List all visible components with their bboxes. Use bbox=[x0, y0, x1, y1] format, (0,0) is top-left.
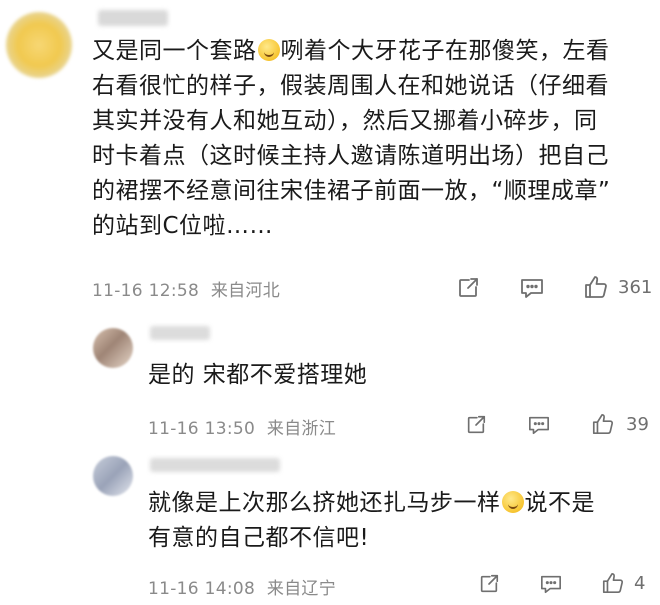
reply-text: 是的 宋都不爱搭理她 bbox=[148, 362, 368, 388]
thumbs-up-icon[interactable] bbox=[588, 408, 618, 440]
reply-line: 有意的自己都不信吧! bbox=[148, 525, 370, 551]
thumbs-up-icon[interactable] bbox=[580, 270, 612, 304]
comment-icon[interactable] bbox=[536, 569, 566, 599]
comment-text: 又是同一个套路 咧着个大牙花子在那傻笑，左看 右看很忙的样子，假装周围人在和她说话… bbox=[92, 34, 652, 244]
reply-time: 11-16 13:50 bbox=[148, 419, 256, 439]
avatar[interactable] bbox=[6, 12, 72, 78]
reply-meta: 11-16 14:08 来自辽宁 bbox=[148, 574, 336, 599]
comment-icon[interactable] bbox=[524, 410, 554, 440]
comment-line: 其实并没有人和她互动），然后又挪着小碎步，同 bbox=[92, 108, 598, 134]
thumbs-up-icon[interactable] bbox=[598, 567, 628, 599]
reply-location: 来自辽宁 bbox=[266, 579, 337, 599]
avatar[interactable] bbox=[93, 328, 133, 368]
comment-line: 时卡着点（这时候主持人邀请陈道明出场）把自己 bbox=[92, 143, 609, 169]
share-icon[interactable] bbox=[452, 272, 484, 304]
comment-location: 来自河北 bbox=[210, 281, 281, 301]
comment-meta: 11-16 12:58 来自河北 bbox=[92, 276, 280, 301]
username-redacted[interactable] bbox=[98, 10, 168, 26]
smile-emoji-icon bbox=[257, 39, 280, 61]
username-redacted[interactable] bbox=[150, 458, 280, 472]
comment-line: 的站到C位啦…… bbox=[92, 213, 274, 239]
like-count: 39 bbox=[626, 414, 649, 435]
share-icon[interactable] bbox=[474, 569, 504, 599]
laugh-tears-emoji-icon bbox=[501, 491, 524, 513]
comment-time: 11-16 12:58 bbox=[92, 281, 200, 301]
reply-line: 就像是上次那么挤她还扎马步一样 bbox=[148, 490, 501, 516]
reply-meta: 11-16 13:50 来自浙江 bbox=[148, 414, 336, 439]
like-count: 4 bbox=[634, 573, 646, 594]
comment-line: 咧着个大牙花子在那傻笑，左看 bbox=[280, 38, 610, 64]
comment-line: 的裙摆不经意间往宋佳裙子前面一放，“顺理成章” bbox=[92, 178, 611, 204]
reply-time: 11-16 14:08 bbox=[148, 579, 256, 599]
like-count: 361 bbox=[618, 277, 653, 298]
avatar[interactable] bbox=[93, 456, 133, 496]
reply-location: 来自浙江 bbox=[266, 419, 337, 439]
comment-line: 又是同一个套路 bbox=[92, 38, 257, 64]
reply-line: 说不是 bbox=[524, 490, 595, 516]
share-icon[interactable] bbox=[461, 410, 491, 440]
username-redacted[interactable] bbox=[150, 326, 210, 340]
reply-text: 就像是上次那么挤她还扎马步一样 说不是 有意的自己都不信吧! bbox=[148, 486, 648, 556]
comment-icon[interactable] bbox=[516, 272, 548, 304]
comment-line: 右看很忙的样子，假装周围人在和她说话（仔细看 bbox=[92, 73, 609, 99]
